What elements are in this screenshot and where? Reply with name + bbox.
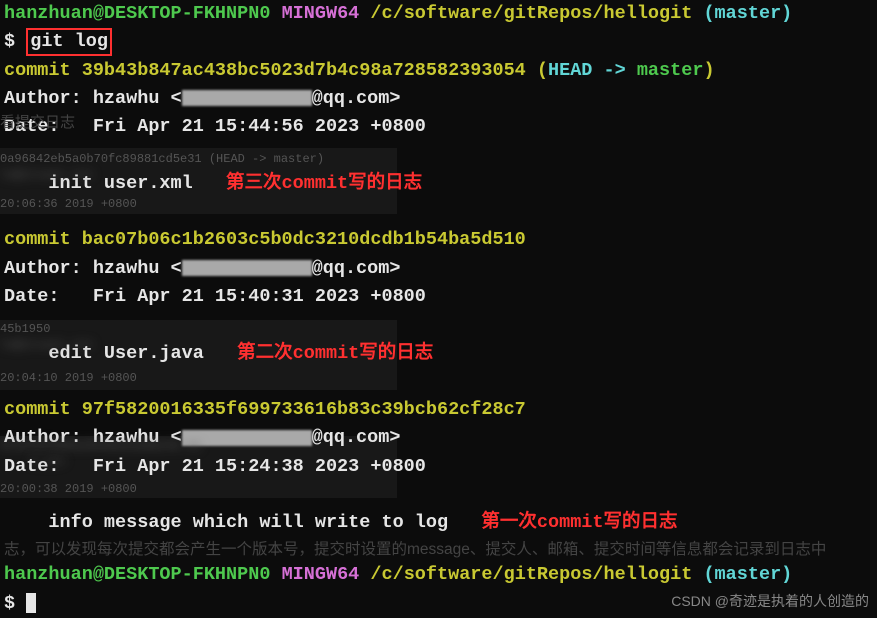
bg-caption-top: 看提交日志 <box>0 113 75 133</box>
commit-message-line: init user.xml 第三次commit写的日志 <box>4 170 873 198</box>
bg-text: 20:04:10 2019 +0800 <box>0 371 137 387</box>
annotation-2: 第二次commit写的日志 <box>237 340 433 368</box>
bg-text: t.cn> <box>30 455 66 471</box>
prompt-line-2: hanzhuan@DESKTOP-FKHNPN0 MINGW64 /c/soft… <box>4 561 873 589</box>
caption-bottom: 志，可以发现每次提交都会产生一个版本号，提交时设置的message、提交人、邮箱… <box>4 538 873 562</box>
commit-hash-line: commit bac07b06c1b2603c5b0dc3210dcdb1b54… <box>4 226 873 254</box>
command-highlight-box: git log <box>26 28 112 56</box>
redacted-email: xxxxxxxxxx <box>182 260 312 276</box>
bg-text: lo@itcast.cn> <box>0 168 94 184</box>
commit-hash-line: commit 97f5820016335f699733616b83c39bcb6… <box>4 396 873 424</box>
bg-text: 0a96842eb5a0b70fc89881cd5e31 (HEAD -> ma… <box>0 152 324 168</box>
commit-hash-line: commit 39b43b847ac438bc5023d7b4c98a72858… <box>4 57 873 85</box>
commit-message-line: info message which will write to log 第一次… <box>4 509 873 537</box>
prompt-path: /c/software/gitRepos/hellogit <box>370 3 692 24</box>
prompt-branch: (master) <box>703 3 792 24</box>
watermark: CSDN @奇迹是执着的人创造的 <box>671 591 869 612</box>
commit-author-line: Author: hzawhu <xxxxxxxxxx@qq.com> <box>4 255 873 283</box>
commit-message-line: edit User.java 第二次commit写的日志 <box>4 340 873 368</box>
bg-text: 8f347bf56bb29948101dd624b.oc <box>0 439 202 455</box>
commit-author-line: Author: hzawhu <xxxxxxxxxx@qq.com> <box>4 85 873 113</box>
commit-date-line: Date: Fri Apr 21 15:44:56 2023 +0800 <box>4 113 873 141</box>
commit-date-line: Date: Fri Apr 21 15:40:31 2023 +0800 <box>4 283 873 311</box>
bg-text: 45b1950 <box>0 322 50 338</box>
cursor <box>26 593 36 613</box>
command-text: git log <box>30 31 108 52</box>
prompt-env: MINGW64 <box>282 3 360 24</box>
command-line: $ git log <box>4 28 873 56</box>
commit-date-line: Date: Fri Apr 21 15:24:38 2023 +0800 <box>4 453 873 481</box>
terminal-output: hanzhuan@DESKTOP-FKHNPN0 MINGW64 /c/soft… <box>0 0 877 618</box>
annotation-3: 第三次commit写的日志 <box>226 170 422 198</box>
prompt-line-1: hanzhuan@DESKTOP-FKHNPN0 MINGW64 /c/soft… <box>4 0 873 28</box>
bg-text: 20:00:38 2019 +0800 <box>0 482 137 498</box>
bg-text: 20:06:36 2019 +0800 <box>0 197 137 213</box>
redacted-email: xxxxxxxxxx <box>182 90 312 106</box>
annotation-1: 第一次commit写的日志 <box>481 509 677 537</box>
bg-text: lo@itcast.cn> <box>0 338 94 354</box>
prompt-user: hanzhuan@DESKTOP-FKHNPN0 <box>4 3 270 24</box>
